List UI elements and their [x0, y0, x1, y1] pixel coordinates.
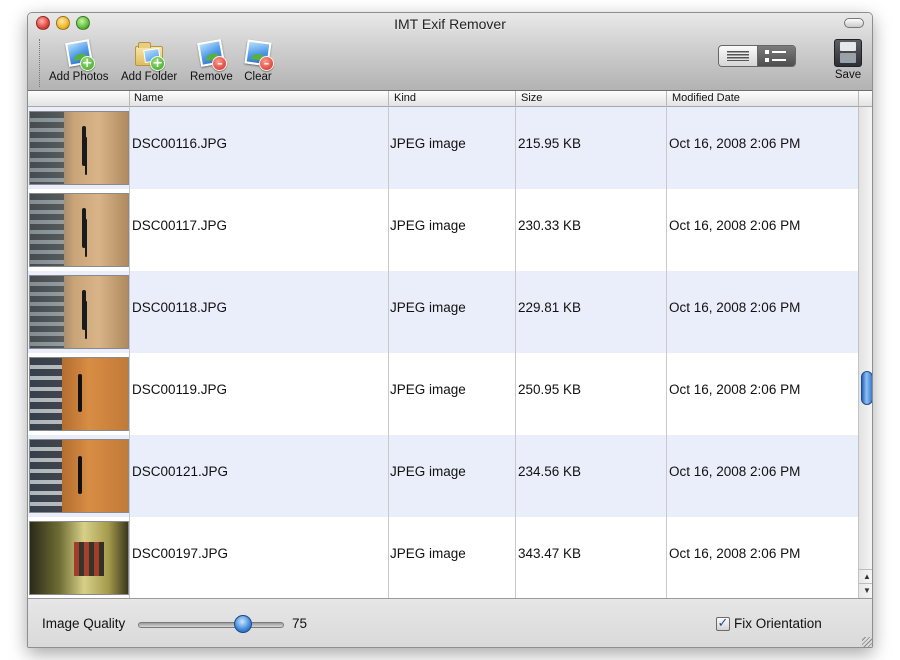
add-photos-button[interactable]: + Add Photos	[49, 40, 108, 83]
cell-date: Oct 16, 2008 2:06 PM	[669, 218, 800, 233]
cell-name: DSC00121.JPG	[132, 464, 228, 479]
clear-button[interactable]: – Clear	[243, 40, 273, 83]
header-corner	[858, 91, 873, 107]
column-header-size[interactable]: Size	[521, 92, 542, 106]
add-photos-label: Add Photos	[49, 71, 108, 83]
file-table: Name Kind Size Modified Date DSC00116.JP…	[28, 91, 873, 599]
vertical-scrollbar[interactable]: ▲ ▼	[858, 107, 873, 599]
photo-thumbnail	[29, 275, 129, 349]
remove-icon: –	[196, 40, 226, 70]
cell-name: DSC00118.JPG	[132, 300, 227, 315]
view-mode-control[interactable]	[718, 45, 796, 67]
thumbnail-view-button[interactable]	[758, 46, 796, 66]
cell-date: Oct 16, 2008 2:06 PM	[669, 136, 800, 151]
table-row[interactable]: DSC00116.JPG JPEG image 215.95 KB Oct 16…	[28, 107, 858, 189]
cell-kind: JPEG image	[390, 218, 466, 233]
window-title: IMT Exif Remover	[28, 16, 872, 32]
column-header-modified-date[interactable]: Modified Date	[672, 92, 740, 106]
cell-kind: JPEG image	[390, 464, 466, 479]
titlebar: IMT Exif Remover + Add Photos + Add Fold…	[28, 13, 872, 91]
cell-kind: JPEG image	[390, 546, 466, 561]
table-row[interactable]: DSC00117.JPG JPEG image 230.33 KB Oct 16…	[28, 189, 858, 271]
photo-thumbnail	[29, 111, 129, 185]
image-quality-label: Image Quality	[42, 616, 125, 631]
column-header-name[interactable]: Name	[134, 92, 163, 106]
scrollbar-knob[interactable]	[861, 371, 873, 405]
save-button[interactable]: Save	[828, 39, 868, 81]
table-row[interactable]: DSC00119.JPG JPEG image 250.95 KB Oct 16…	[28, 353, 858, 435]
cell-kind: JPEG image	[390, 300, 466, 315]
cell-date: Oct 16, 2008 2:06 PM	[669, 546, 800, 561]
clear-icon: –	[243, 40, 273, 70]
image-quality-value: 75	[292, 616, 307, 631]
cell-kind: JPEG image	[390, 382, 466, 397]
cell-name: DSC00116.JPG	[132, 136, 227, 151]
toolbar-separator	[39, 39, 40, 87]
add-photos-icon: +	[64, 40, 94, 70]
photo-thumbnail	[29, 357, 129, 431]
bottom-bar: Image Quality 75 ✓ Fix Orientation	[28, 600, 873, 648]
cell-kind: JPEG image	[390, 136, 466, 151]
fix-orientation-checkbox[interactable]: ✓	[716, 617, 730, 631]
table-body: DSC00116.JPG JPEG image 215.95 KB Oct 16…	[28, 107, 858, 599]
save-label: Save	[828, 69, 868, 81]
scroll-down-arrow[interactable]: ▼	[859, 583, 873, 597]
cell-size: 343.47 KB	[518, 546, 581, 561]
column-divider	[515, 107, 516, 599]
table-row[interactable]: DSC00197.JPG JPEG image 343.47 KB Oct 16…	[28, 517, 858, 599]
cell-name: DSC00119.JPG	[132, 382, 227, 397]
add-folder-icon: +	[134, 40, 164, 70]
cell-size: 234.56 KB	[518, 464, 581, 479]
cell-date: Oct 16, 2008 2:06 PM	[669, 300, 800, 315]
cell-date: Oct 16, 2008 2:06 PM	[669, 382, 800, 397]
table-row[interactable]: DSC00121.JPG JPEG image 234.56 KB Oct 16…	[28, 435, 858, 517]
cell-size: 250.95 KB	[518, 382, 581, 397]
scroll-up-arrow[interactable]: ▲	[859, 569, 873, 583]
cell-name: DSC00117.JPG	[132, 218, 227, 233]
clear-label: Clear	[243, 71, 273, 83]
table-row[interactable]: DSC00118.JPG JPEG image 229.81 KB Oct 16…	[28, 271, 858, 353]
column-divider	[388, 107, 389, 599]
photo-thumbnail	[29, 521, 129, 595]
photo-thumbnail	[29, 439, 129, 513]
app-window: IMT Exif Remover + Add Photos + Add Fold…	[27, 12, 873, 648]
toolbar-toggle-button[interactable]	[844, 18, 864, 28]
column-divider	[666, 107, 667, 599]
thumbnail-view-icon	[765, 50, 787, 62]
add-folder-button[interactable]: + Add Folder	[121, 40, 177, 83]
fix-orientation-label[interactable]: Fix Orientation	[734, 616, 822, 631]
resize-grip[interactable]	[862, 637, 872, 647]
column-divider	[129, 107, 130, 599]
image-quality-slider-thumb[interactable]	[234, 615, 252, 633]
cell-size: 230.33 KB	[518, 218, 581, 233]
cell-size: 215.95 KB	[518, 136, 581, 151]
list-view-button[interactable]	[719, 46, 758, 66]
remove-label: Remove	[190, 71, 233, 83]
cell-name: DSC00197.JPG	[132, 546, 228, 561]
add-folder-label: Add Folder	[121, 71, 177, 83]
remove-button[interactable]: – Remove	[190, 40, 233, 83]
list-view-icon	[727, 51, 749, 61]
photo-thumbnail	[29, 193, 129, 267]
cell-size: 229.81 KB	[518, 300, 581, 315]
table-header: Name Kind Size Modified Date	[28, 91, 858, 107]
floppy-disk-icon	[834, 39, 862, 67]
column-header-kind[interactable]: Kind	[394, 92, 416, 106]
image-quality-slider[interactable]	[138, 622, 284, 628]
cell-date: Oct 16, 2008 2:06 PM	[669, 464, 800, 479]
